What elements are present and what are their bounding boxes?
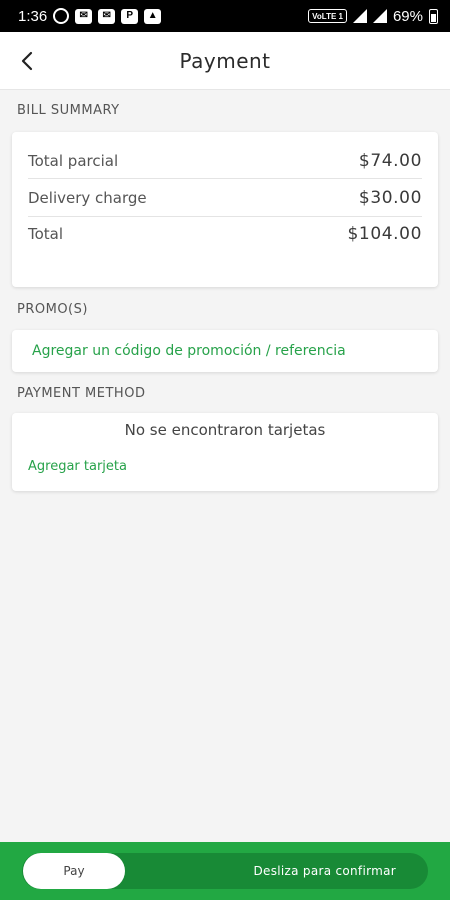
bill-row-subtotal: Total parcial $74.00 [28,132,422,179]
no-cards-message: No se encontraron tarjetas [124,421,326,439]
add-card-link[interactable]: Agregar tarjeta [28,459,422,474]
subtotal-amount: $74.00 [358,151,422,171]
signal-icon [352,9,367,23]
subtotal-label: Total parcial [28,152,119,170]
bill-summary-card: Total parcial $74.00 Delivery charge $30… [12,132,438,287]
delivery-amount: $30.00 [358,187,422,208]
total-label: Total [28,225,64,243]
app-header: Payment [0,32,450,90]
volte-badge: VoLTE 1 [308,9,347,23]
status-right: VoLTE 1 69% [308,8,438,25]
battery-percent: 69% [392,7,423,25]
promo-card[interactable]: Agregar un código de promoción / referen… [12,330,438,372]
back-button[interactable] [12,46,42,76]
chevron-left-icon [21,51,33,71]
status-time: 1:36 [18,7,48,25]
pay-slider-knob[interactable]: Pay [23,853,125,889]
bill-row-delivery: Delivery charge $30.00 [28,179,422,217]
signal-icon-2 [372,9,387,23]
message-icon: ✉ [75,8,93,24]
bill-summary-label: BILL SUMMARY [17,103,120,118]
page-title: Payment [179,48,271,73]
payment-method-card: No se encontraron tarjetas Agregar tarje… [12,413,438,491]
bottom-pay-bar: Pay Desliza para confirmar [0,842,450,900]
promos-label: PROMO(S) [17,302,88,317]
total-amount: $104.00 [347,224,422,244]
delivery-label: Delivery charge [28,188,147,207]
message-icon-2: ✉ [98,8,116,24]
bill-row-total: Total $104.00 [28,217,422,251]
whatsapp-icon [53,8,70,24]
status-left: 1:36 ✉ ✉ P ▲ [18,7,162,25]
status-bar: 1:36 ✉ ✉ P ▲ VoLTE 1 69% [0,0,450,32]
slider-hint: Desliza para confirmar [253,864,396,878]
payment-method-label: PAYMENT METHOD [17,386,146,401]
image-icon: ▲ [144,8,162,24]
add-promo-link[interactable]: Agregar un código de promoción / referen… [32,343,346,359]
swipe-to-pay-slider[interactable]: Pay Desliza para confirmar [22,853,428,889]
battery-icon [429,8,438,24]
p-app-icon: P [121,8,139,24]
